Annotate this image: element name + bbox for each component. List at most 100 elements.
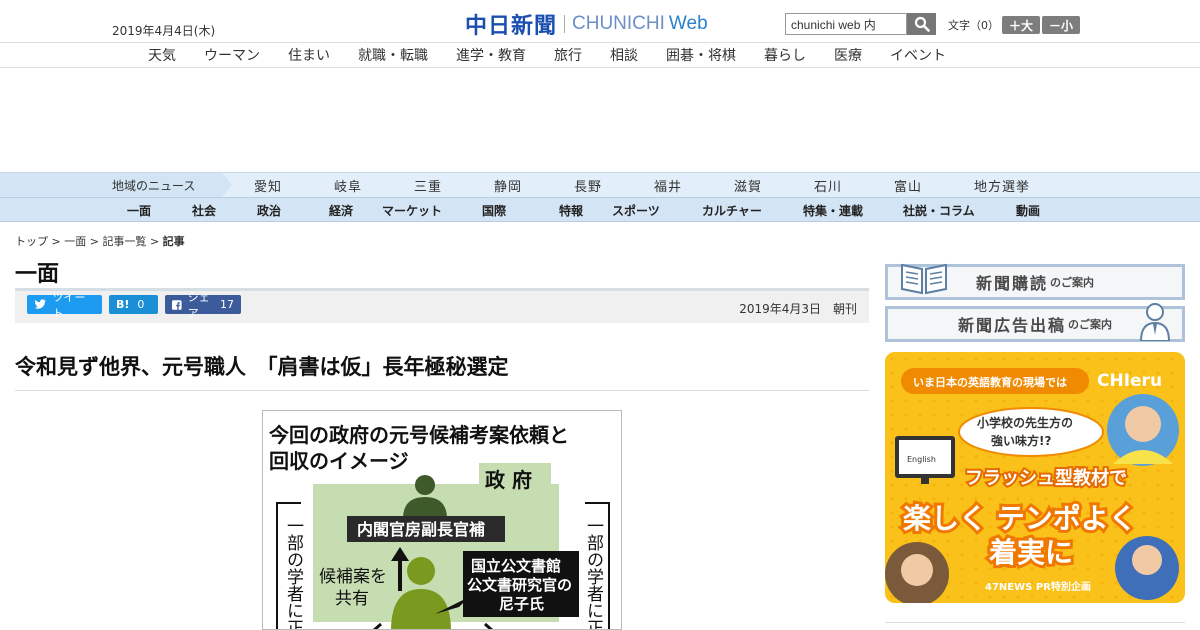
category-nav-item[interactable]: 国際 [482, 202, 559, 219]
breadcrumb-list[interactable]: 記事一覧 [102, 235, 146, 248]
region-nav-item[interactable]: 愛知 [254, 176, 334, 195]
share-text-1: 候補案を [319, 567, 387, 587]
category-nav-item[interactable]: 特報 [559, 202, 612, 219]
businessman-icon [1139, 303, 1171, 341]
figure-side-right: 一部の学者に正式 [583, 517, 604, 630]
category-nav-item[interactable]: 社会 [192, 202, 257, 219]
ads-big-label: 新聞広告出稿 [957, 316, 1066, 335]
service-nav-item[interactable]: 医療 [820, 45, 876, 65]
share-text-2: 共有 [335, 589, 369, 609]
breadcrumb-sep: > [89, 235, 99, 248]
hatena-count: 0 [137, 298, 145, 311]
ad-bubble-2: 強い味方!? [991, 433, 1051, 448]
facebook-icon [172, 299, 182, 310]
breadcrumb-top[interactable]: トップ [15, 235, 48, 248]
current-date: 2019年4月4日(木) [112, 24, 216, 38]
category-nav-item[interactable]: マーケット [382, 202, 482, 219]
category-nav-item[interactable]: 一面 [127, 202, 192, 219]
region-nav-item[interactable]: 長野 [574, 176, 654, 195]
facebook-label: シェア [187, 290, 210, 320]
font-larger-button[interactable]: ＋大 [1002, 16, 1040, 34]
section-title: 一面 [15, 262, 60, 287]
tweet-label: ツイート [52, 290, 86, 320]
category-nav-item[interactable]: カルチャー [702, 202, 803, 219]
figure-title-line1: 今回の政府の元号候補考案依頼と [269, 423, 569, 447]
search-input[interactable] [785, 13, 907, 35]
archive-line1: 国立公文書館 [471, 557, 561, 575]
logo-english-name: CHUNICHI [572, 13, 665, 34]
region-nav-item[interactable]: 三重 [414, 176, 494, 195]
breadcrumb-front[interactable]: 一面 [64, 235, 86, 248]
article-figure[interactable]: 今回の政府の元号候補考案依頼と 回収のイメージ 一部の学者に正式 一部の学者に正… [262, 410, 622, 630]
sidebar-divider [885, 622, 1185, 623]
government-label: 政 府 [485, 468, 532, 492]
ad-placement-guide-button[interactable]: 新聞広告出稿 のご案内 [885, 303, 1185, 342]
ad-headline-1: 楽しく テンポよく [903, 502, 1137, 535]
bottom-arrow-left [373, 622, 382, 629]
sidebar-advertisement[interactable]: いま日本の英語教育の現場では CHIeru 小学校の先生方の 強い味方!? En… [885, 352, 1185, 603]
hatena-icon: B! [116, 298, 130, 311]
header-ad-space [0, 68, 1200, 172]
category-nav-item[interactable]: 社説・コラム [903, 202, 1016, 219]
facebook-share-button[interactable]: シェア 17 [165, 291, 241, 320]
service-nav-item[interactable]: 住まい [274, 45, 344, 65]
share-bar: ツイート B! 0 シェア 17 2019年4月3日 朝刊 [15, 288, 869, 323]
category-nav-item[interactable]: 特集・連載 [803, 202, 903, 219]
region-nav-item[interactable]: 静岡 [494, 176, 574, 195]
service-nav-item[interactable]: 相談 [596, 45, 652, 65]
service-nav-item[interactable]: 天気 [134, 45, 190, 65]
service-nav-item[interactable]: 暮らし [750, 45, 820, 65]
figure-side-left: 一部の学者に正式 [283, 517, 304, 630]
category-nav-item[interactable]: 動画 [1016, 202, 1066, 219]
breadcrumb-sep: > [149, 235, 160, 248]
hatena-bookmark-button[interactable]: B! 0 [109, 295, 158, 314]
category-nav-item[interactable]: 政治 [257, 202, 329, 219]
category-nav-item[interactable]: 経済 [329, 202, 382, 219]
ad-child-photo-left [885, 542, 949, 603]
region-nav-item[interactable]: 滋賀 [734, 176, 814, 195]
ads-small-label: のご案内 [1068, 318, 1112, 331]
region-nav-item[interactable]: 福井 [654, 176, 734, 195]
search-icon [914, 16, 930, 32]
role-label: 内閣官房副長官補 [357, 520, 485, 539]
ad-monitor-icon: English [895, 436, 955, 484]
service-nav-item[interactable]: 就職・転職 [344, 45, 442, 65]
breadcrumb: トップ > 一面 > 記事一覧 > 記事 [15, 233, 185, 249]
search-button[interactable] [907, 13, 936, 35]
region-nav: 地域のニュース 愛知 岐阜 三重 静岡 長野 福井 滋賀 石川 富山 地方選挙 [0, 172, 1200, 197]
facebook-count: 17 [220, 298, 234, 311]
site-logo[interactable]: 中日新聞 CHUNICHI Web [465, 8, 708, 40]
service-nav-item[interactable]: 進学・教育 [442, 45, 540, 65]
font-smaller-button[interactable]: －小 [1042, 16, 1080, 34]
ad-headline-2: 着実に [988, 536, 1073, 569]
open-book-icon [901, 263, 947, 295]
twitter-bird-icon [34, 299, 47, 309]
region-nav-item[interactable]: 富山 [894, 176, 974, 195]
service-nav-item[interactable]: 囲碁・将棋 [652, 45, 750, 65]
tweet-button[interactable]: ツイート [27, 291, 102, 320]
service-nav-item[interactable]: 旅行 [540, 45, 596, 65]
archive-line2: 公文書研究官の [467, 576, 572, 594]
logo-separator [564, 15, 566, 33]
ad-footer: 47NEWS PR特別企画 [985, 580, 1091, 593]
subscribe-guide-button[interactable]: 新聞購読 のご案内 [885, 263, 1185, 300]
breadcrumb-sep: > [51, 235, 61, 248]
service-nav-item[interactable]: イベント [876, 45, 960, 65]
ad-child-photo-bottom-right [1115, 536, 1179, 600]
ad-screen-text: English [907, 455, 936, 464]
figure-title-line2: 回収のイメージ [269, 449, 409, 473]
breadcrumb-current: 記事 [162, 235, 185, 248]
category-nav-item[interactable]: スポーツ [612, 202, 702, 219]
region-nav-label: 地域のニュース [0, 173, 222, 197]
region-nav-item[interactable]: 地方選挙 [974, 176, 1054, 195]
region-arrow [222, 173, 232, 197]
ad-child-photo-right [1107, 394, 1179, 466]
region-nav-item[interactable]: 岐阜 [334, 176, 414, 195]
font-size-label: 文字（0） [948, 19, 999, 32]
bottom-arrow-right [484, 622, 493, 629]
infographic: 今回の政府の元号候補考案依頼と 回収のイメージ 一部の学者に正式 一部の学者に正… [269, 423, 610, 630]
ad-graphic: いま日本の英語教育の現場では CHIeru 小学校の先生方の 強い味方!? En… [885, 352, 1185, 603]
region-nav-item[interactable]: 石川 [814, 176, 894, 195]
service-nav-item[interactable]: ウーマン [190, 45, 274, 65]
ad-top-text: いま日本の英語教育の現場では [913, 375, 1067, 389]
